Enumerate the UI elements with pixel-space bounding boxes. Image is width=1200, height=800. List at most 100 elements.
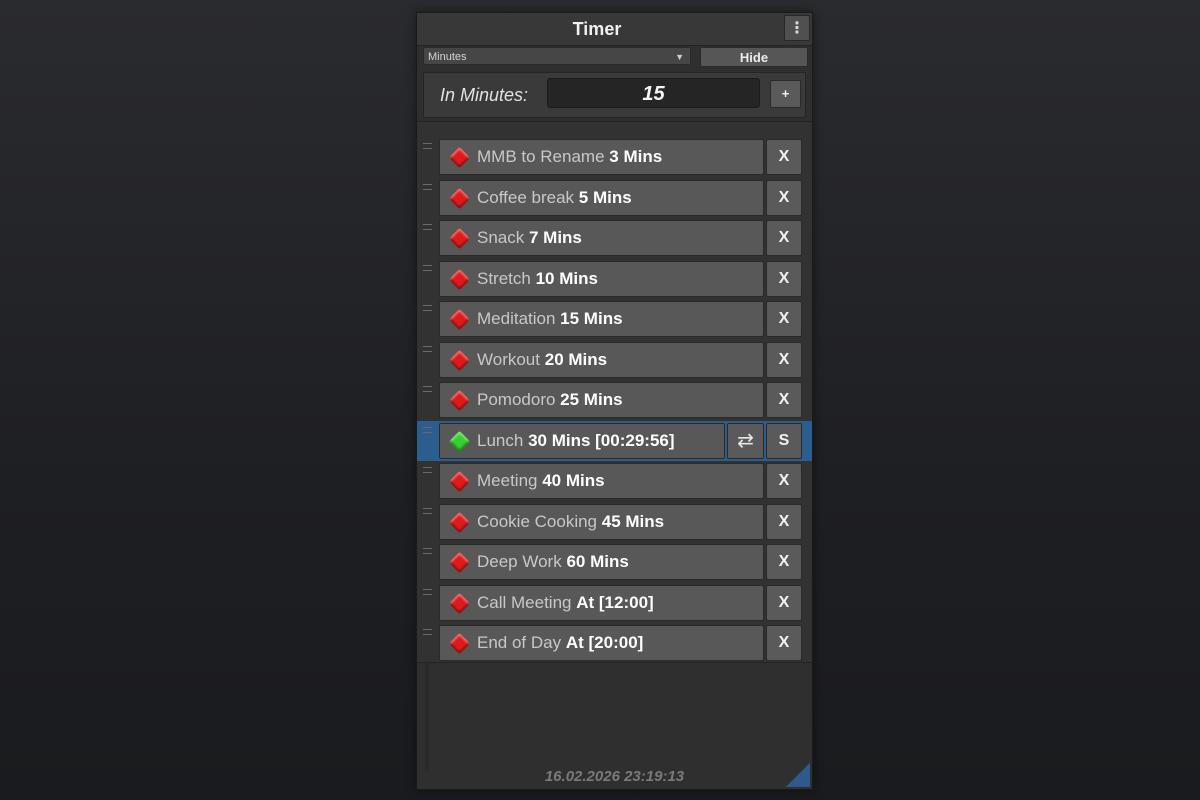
drag-handle-icon[interactable] [423,143,432,149]
drag-handle-icon[interactable] [423,426,432,433]
resize-handle[interactable] [786,763,810,787]
timer-window: Timer ⋮ Minutes ▼ Hide In Minutes: 15 + … [416,12,813,790]
timer-button[interactable]: Pomodoro 25 Mins [439,382,764,418]
add-timer-button[interactable]: + [770,80,801,108]
remove-timer-button[interactable]: X [766,503,802,540]
timer-label: Workout 20 Mins [477,343,607,377]
timer-duration: 40 Mins [542,471,605,490]
timer-name: Pomodoro [477,390,556,409]
timer-label: Meditation 15 Mins [477,302,623,336]
timer-label: Meeting 40 Mins [477,464,605,498]
timer-row: Meditation 15 Mins X [417,299,812,339]
timer-duration: 10 Mins [535,268,598,288]
minutes-label: In Minutes: [440,85,529,105]
timer-row: Lunch 30 Mins [00:29:56] ⇄ S [417,420,812,461]
stopped-status-icon [448,470,471,493]
timer-row: Coffee break 5 Mins X [417,178,812,218]
timer-button[interactable]: End of Day At [20:00] [439,625,764,661]
timer-button[interactable]: Meeting 40 Mins [439,463,764,499]
stop-button[interactable]: S [766,422,802,459]
timer-duration: 7 Mins [528,228,582,247]
timer-name: Meditation [477,309,556,328]
mode-dropdown[interactable]: Minutes ▼ [423,47,691,65]
remove-timer-button[interactable]: X [766,341,802,378]
remove-timer-button[interactable]: X [766,625,802,661]
stopped-status-icon [448,632,471,655]
stopped-status-icon [448,592,471,614]
drag-handle-icon[interactable] [423,183,432,190]
timer-list: MMB to Rename 3 Mins X Coffee break 5 Mins… [417,121,812,663]
mode-dropdown-value: Minutes [428,51,467,63]
title-bar: Timer ⋮ [417,13,812,46]
timer-row: Stretch 10 Mins X [417,259,812,299]
timer-label: Pomodoro 25 Mins [477,383,623,417]
toolbar: Minutes ▼ Hide [423,47,808,67]
drag-handle-icon[interactable] [423,264,432,271]
timer-row: Snack 7 Mins X [417,218,812,258]
drag-handle-icon[interactable] [423,507,432,514]
timer-duration: 20 Mins [544,349,608,369]
remove-timer-button[interactable]: X [766,301,802,337]
timer-button[interactable]: Workout 20 Mins [439,341,764,378]
drag-handle-icon[interactable] [423,305,432,311]
scroll-track [425,661,429,771]
hide-button[interactable]: Hide [700,47,808,67]
timer-name: Snack [477,228,525,247]
stopped-status-icon [448,511,471,533]
remove-timer-button[interactable]: X [766,220,802,256]
more-options-icon[interactable]: ⋮ [784,15,810,41]
timer-row: Meeting 40 Mins X [417,461,812,501]
timer-button[interactable]: Call Meeting At [12:00] [439,584,764,621]
stopped-status-icon [448,187,471,209]
minutes-entry: In Minutes: 15 + [423,72,806,118]
remove-timer-button[interactable]: X [766,179,802,216]
timer-name: Coffee break [477,187,575,207]
timer-name: End of Day [477,633,562,652]
timer-button[interactable]: MMB to Rename 3 Mins [439,139,764,175]
timer-label: Snack 7 Mins [477,221,582,255]
remove-timer-button[interactable]: X [766,463,802,499]
timer-button[interactable]: Coffee break 5 Mins [439,179,764,216]
timer-button[interactable]: Snack 7 Mins [439,220,764,256]
window-title: Timer [572,19,622,39]
timer-label: Stretch 10 Mins [477,262,598,296]
timer-row: Pomodoro 25 Mins X [417,380,812,420]
timer-duration: 5 Mins [578,187,632,207]
drag-handle-icon[interactable] [423,629,432,635]
drag-handle-icon[interactable] [423,224,432,230]
timer-name: Lunch [477,430,524,450]
stopped-status-icon [448,389,471,412]
timer-duration: At [12:00] [576,592,654,612]
repeat-icon[interactable]: ⇄ [727,422,764,459]
remove-timer-button[interactable]: X [766,260,802,297]
chevron-down-icon: ▼ [675,52,684,62]
remove-timer-button[interactable]: X [766,382,802,418]
remove-timer-button[interactable]: X [766,139,802,175]
timer-button[interactable]: Cookie Cooking 45 Mins [439,503,764,540]
stopped-status-icon [448,227,471,250]
remove-timer-button[interactable]: X [766,544,802,580]
remove-timer-button[interactable]: X [766,584,802,621]
timer-button[interactable]: Deep Work 60 Mins [439,544,764,580]
running-status-icon [448,430,471,452]
timer-button[interactable]: Meditation 15 Mins [439,301,764,337]
drag-handle-icon[interactable] [423,467,432,473]
timer-label: MMB to Rename 3 Mins [477,140,662,174]
minutes-input[interactable]: 15 [547,78,760,108]
timer-button[interactable]: Stretch 10 Mins [439,260,764,297]
timer-duration: 15 Mins [560,309,623,328]
timer-name: Workout [477,349,540,369]
drag-handle-icon[interactable] [423,548,432,554]
timer-label: End of Day At [20:00] [477,626,643,660]
timer-row: Call Meeting At [12:00] X [417,583,812,623]
timer-duration: 60 Mins [566,552,629,571]
drag-handle-icon[interactable] [423,386,432,392]
timer-duration: 30 Mins [00:29:56] [528,430,675,450]
timer-button[interactable]: Lunch 30 Mins [00:29:56] [439,422,725,459]
footer-datetime: 16.02.2026 23:19:13 [544,768,685,785]
drag-handle-icon[interactable] [423,588,432,595]
stopped-status-icon [448,146,471,169]
stopped-status-icon [448,268,471,290]
timer-row: Workout 20 Mins X [417,340,812,380]
drag-handle-icon[interactable] [423,345,432,352]
